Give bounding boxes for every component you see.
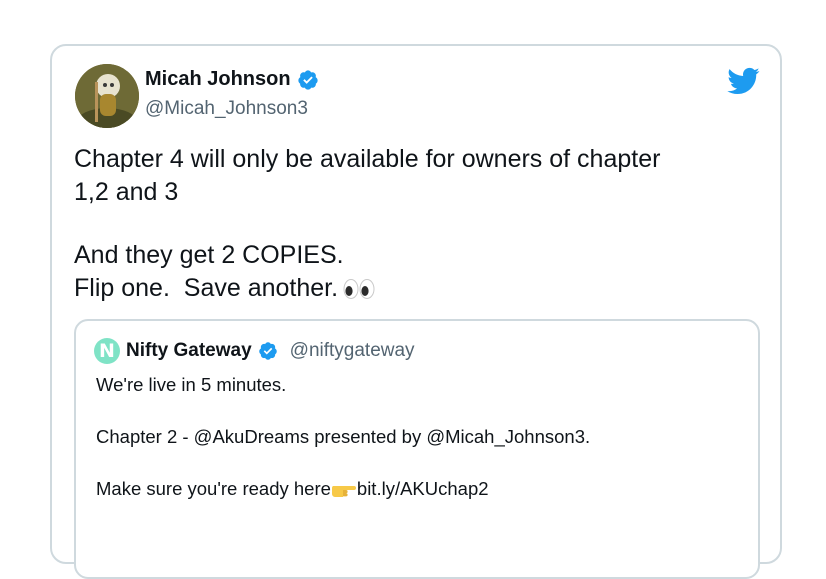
author-name-row: Micah Johnson [145,68,319,91]
author-name[interactable]: Micah Johnson [145,68,291,91]
tweet-text-last-line: Flip one. Save another. [74,272,764,305]
quoted-link[interactable]: bit.ly/AKUchap2 [357,478,489,499]
quoted-author-avatar[interactable]: N [94,338,120,364]
avatar-image [75,64,139,128]
tweet-text-line: And they get 2 COPIES. [74,241,344,269]
quoted-tweet-header: N Nifty Gateway @niftygateway [94,338,415,364]
verified-badge-icon [297,69,319,91]
quoted-author-name[interactable]: Nifty Gateway [126,340,252,362]
tweet-text-line: Chapter 4 will only be available for own… [74,145,661,173]
tweet-text-line: 1,2 and 3 [74,178,179,206]
quoted-text-line: We're live in 5 minutes. [96,374,287,395]
tweet-text: Chapter 4 will only be available for own… [74,143,764,305]
quoted-text-line: Chapter 2 - @AkuDreams presented by @Mic… [96,426,591,447]
pointing-hand-icon [331,480,357,498]
tweet-card[interactable]: Micah Johnson @Micah_Johnson3 Chapter 4 … [50,44,782,579]
quoted-text-last-line: Make sure you're ready here bit.ly/AKUch… [96,476,736,502]
tweet-text-line: Flip one. Save another. [74,274,339,302]
author-avatar[interactable] [75,64,139,128]
quoted-author-handle[interactable]: @niftygateway [290,340,415,362]
quoted-tweet-text: We're live in 5 minutes. Chapter 2 - @Ak… [96,372,736,502]
quoted-text-blank-line [96,398,736,424]
author-handle[interactable]: @Micah_Johnson3 [145,98,308,120]
quoted-tweet-card[interactable]: N Nifty Gateway @niftygateway We're live… [74,319,760,579]
quoted-text-line: Make sure you're ready here [96,478,331,499]
verified-badge-icon [258,341,278,361]
eyes-icon [342,278,376,300]
quoted-text-blank-line [96,450,736,476]
twitter-bird-icon[interactable] [726,66,760,96]
